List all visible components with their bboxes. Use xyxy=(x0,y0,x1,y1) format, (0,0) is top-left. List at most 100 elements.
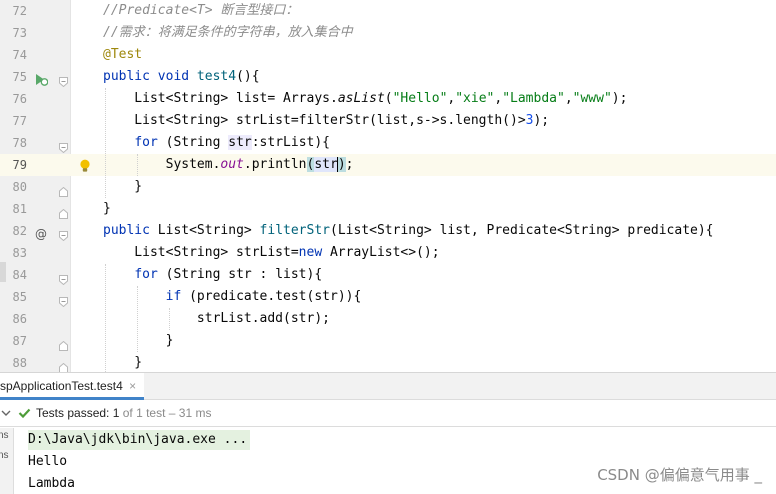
code-token: asList xyxy=(337,91,385,106)
indent-guide xyxy=(169,308,170,330)
run-config-tab[interactable]: spApplicationTest.test4 × xyxy=(0,373,145,400)
line-number: 72 xyxy=(12,4,27,18)
code-text[interactable]: List<String> list= Arrays.asList("Hello"… xyxy=(103,88,627,110)
code-token: "xie" xyxy=(455,91,495,106)
code-token: filterStr xyxy=(259,223,330,238)
code-editor[interactable]: 72 //Predicate<T> 断言型接口： 73 //需求：将满足条件的字符串，… xyxy=(0,0,776,372)
line-number: 81 xyxy=(12,202,27,216)
fold-marker-icon[interactable] xyxy=(59,292,68,308)
code-text[interactable]: } xyxy=(103,330,174,352)
code-text[interactable]: public List<String> filterStr(List<Strin… xyxy=(103,220,714,242)
code-token: out xyxy=(220,157,244,172)
line-number: 79 xyxy=(12,158,27,172)
lightbulb-icon[interactable] xyxy=(79,158,93,172)
code-text[interactable]: if (predicate.test(str)){ xyxy=(103,286,362,308)
code-text[interactable]: List<String> strList=filterStr(list,s->s… xyxy=(103,110,549,132)
fold-marker-icon[interactable] xyxy=(59,358,68,372)
code-line[interactable]: 74 @Test xyxy=(0,44,776,66)
svg-text:@: @ xyxy=(35,227,47,240)
code-token: public xyxy=(103,223,158,238)
code-line[interactable]: 76 List<String> list= Arrays.asList("Hel… xyxy=(0,88,776,110)
line-number: 77 xyxy=(12,114,27,128)
console-line-command: D:\Java\jdk\bin\java.exe ... xyxy=(28,430,251,450)
console-line: Lambda xyxy=(28,476,75,491)
line-number: 76 xyxy=(12,92,27,106)
code-text[interactable]: //Predicate<T> 断言型接口： xyxy=(103,0,298,22)
fold-marker-icon[interactable] xyxy=(59,182,68,197)
code-token: if xyxy=(165,289,182,304)
run-tab-bar: spApplicationTest.test4 × xyxy=(0,372,776,400)
code-text[interactable]: } xyxy=(103,352,142,372)
code-text[interactable]: List<String> strList=new ArrayList<>(); xyxy=(103,242,440,264)
fold-marker-icon[interactable] xyxy=(59,72,68,88)
console-line: Hello xyxy=(28,454,68,469)
code-token: public void xyxy=(103,69,197,84)
code-text[interactable]: for (String str:strList){ xyxy=(103,132,330,154)
fold-marker-icon[interactable] xyxy=(59,138,68,154)
code-token: :strList){ xyxy=(251,135,331,150)
line-number: 85 xyxy=(12,290,27,304)
code-token: str xyxy=(228,135,252,150)
code-line[interactable]: 83 List<String> strList=new ArrayList<>(… xyxy=(0,242,776,264)
console-side-strip: ns ns xyxy=(0,428,14,494)
fold-marker-icon[interactable] xyxy=(59,270,68,286)
code-line[interactable]: 75 public void test4(){ xyxy=(0,66,776,88)
code-text[interactable]: System.out.println(str); xyxy=(103,154,353,176)
line-number: 74 xyxy=(12,48,27,62)
code-line[interactable]: 72 //Predicate<T> 断言型接口： xyxy=(0,0,776,22)
override-at-icon[interactable]: @ xyxy=(34,225,48,241)
fold-marker-icon[interactable] xyxy=(59,204,68,219)
fold-marker-icon[interactable] xyxy=(59,336,68,351)
code-token: ); xyxy=(533,113,550,128)
code-line[interactable]: 77 List<String> strList=filterStr(list,s… xyxy=(0,110,776,132)
line-number: 83 xyxy=(12,246,27,260)
run-tab-label: spApplicationTest.test4 xyxy=(0,379,123,393)
code-token: } xyxy=(103,201,111,216)
code-line[interactable]: 86 strList.add(str); xyxy=(0,308,776,330)
code-text[interactable]: @Test xyxy=(103,44,142,66)
code-line[interactable]: 82 @ public List<String> filterStr(List<St… xyxy=(0,220,776,242)
code-line[interactable]: 81} xyxy=(0,198,776,220)
code-line[interactable]: 87 } xyxy=(0,330,776,352)
line-number: 86 xyxy=(12,312,27,326)
line-number: 82 xyxy=(12,224,27,238)
close-icon[interactable]: × xyxy=(129,379,136,393)
code-line[interactable]: 85 if (predicate.test(str)){ xyxy=(0,286,776,308)
code-token: (String xyxy=(157,135,229,150)
code-token: new xyxy=(298,245,330,260)
code-token: ) xyxy=(337,157,346,172)
line-number: 73 xyxy=(12,26,27,40)
code-token: ; xyxy=(345,157,354,172)
code-token: ArrayList<>(); xyxy=(329,245,440,260)
line-number: 84 xyxy=(12,268,27,282)
run-test-icon[interactable] xyxy=(34,71,49,86)
code-token: ); xyxy=(611,91,628,106)
indent-guide xyxy=(137,286,138,352)
code-text[interactable]: } xyxy=(103,198,111,220)
code-line[interactable]: 84 for (String str : list){ xyxy=(0,264,776,286)
line-number: 87 xyxy=(12,334,27,348)
code-line[interactable]: 78 for (String str:strList){ xyxy=(0,132,776,154)
code-token: List<String> strList=filterStr(list,s->s… xyxy=(103,113,526,128)
code-token: List<String> xyxy=(157,223,260,238)
code-text[interactable]: } xyxy=(103,176,142,198)
indent-guide xyxy=(137,154,138,176)
code-token: } xyxy=(103,355,143,370)
code-line[interactable]: 88 } xyxy=(0,352,776,372)
code-text[interactable]: for (String str : list){ xyxy=(103,264,322,286)
code-line[interactable]: 79 System.out.println(str); xyxy=(0,154,776,176)
code-token: } xyxy=(103,333,174,348)
fold-marker-icon[interactable] xyxy=(59,226,68,242)
code-line[interactable]: 73 //需求：将满足条件的字符串，放入集合中 xyxy=(0,22,776,44)
code-token: //需求：将满足条件的字符串，放入集合中 xyxy=(103,25,353,40)
code-token: System. xyxy=(103,157,221,172)
line-number: 88 xyxy=(12,356,27,370)
code-token: @Test xyxy=(103,47,143,62)
code-text[interactable]: public void test4(){ xyxy=(103,66,260,88)
code-text[interactable]: //需求：将满足条件的字符串，放入集合中 xyxy=(103,22,353,44)
code-line[interactable]: 80 } xyxy=(0,176,776,198)
indent-guide xyxy=(105,264,106,372)
